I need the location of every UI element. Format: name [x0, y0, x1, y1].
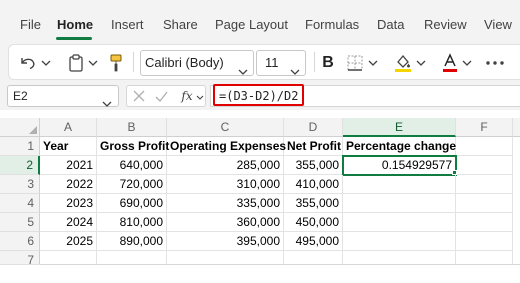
cell-e3[interactable]	[343, 175, 456, 194]
cell-c6[interactable]: 395,000	[167, 232, 284, 251]
cell-f4[interactable]	[456, 194, 513, 213]
menu-view[interactable]: View	[484, 17, 512, 33]
more-icon[interactable]	[484, 56, 506, 70]
name-box[interactable]: E2	[7, 85, 119, 107]
cell-e6[interactable]	[343, 232, 456, 251]
cancel-icon[interactable]	[131, 88, 147, 104]
column-header-f[interactable]: F	[456, 118, 513, 137]
fx-chevron-icon[interactable]	[196, 94, 204, 100]
bold-button[interactable]: B	[318, 52, 338, 74]
font-size-value: 11	[265, 55, 279, 70]
borders-icon[interactable]	[346, 54, 364, 72]
cell-a3[interactable]: 2022	[40, 175, 97, 194]
column-header-a[interactable]: A	[40, 118, 97, 137]
cell-b1[interactable]: Gross Profit	[97, 137, 169, 156]
cell-d6[interactable]: 495,000	[284, 232, 343, 251]
cell-e7[interactable]	[343, 251, 456, 265]
select-all-triangle-icon	[29, 126, 37, 134]
fx-label: fx	[181, 89, 193, 103]
cell-d1[interactable]: Net Profit	[284, 137, 343, 156]
cell-c5[interactable]: 360,000	[167, 213, 284, 232]
enter-icon[interactable]	[153, 88, 169, 104]
row-header-2[interactable]: 2	[0, 156, 40, 175]
cell-e5[interactable]	[343, 213, 456, 232]
font-size-chevron-icon	[290, 59, 300, 83]
cell-c1[interactable]: Operating Expenses	[167, 137, 286, 156]
cell-d5[interactable]: 450,000	[284, 213, 343, 232]
ribbon-separator	[314, 52, 315, 72]
menu-share[interactable]: Share	[163, 17, 198, 33]
cell-f3[interactable]	[456, 175, 513, 194]
cell-e2-active[interactable]: 0.154929577	[342, 155, 457, 176]
column-header-d[interactable]: D	[284, 118, 343, 137]
cell-b4[interactable]: 690,000	[97, 194, 167, 213]
cell-a5[interactable]: 2024	[40, 213, 97, 232]
menu-file[interactable]: File	[20, 17, 41, 33]
font-size-select[interactable]: 11	[256, 50, 306, 76]
cell-e1[interactable]: Percentage change	[343, 137, 456, 156]
borders-dropdown-chevron-icon[interactable]	[367, 56, 379, 70]
cell-d7[interactable]	[284, 251, 343, 265]
fill-color-dropdown-chevron-icon[interactable]	[415, 56, 427, 70]
row-header-4[interactable]: 4	[0, 194, 40, 213]
cell-e4[interactable]	[343, 194, 456, 213]
name-box-value: E2	[13, 89, 28, 103]
cell-a4[interactable]: 2023	[40, 194, 97, 213]
menu-page-layout[interactable]: Page Layout	[215, 17, 288, 33]
cell-d4[interactable]: 355,000	[284, 194, 343, 213]
column-header-g-partial[interactable]	[513, 118, 520, 137]
font-name-chevron-icon	[238, 59, 248, 83]
cell-a7[interactable]	[40, 251, 97, 265]
menu-formulas[interactable]: Formulas	[305, 17, 359, 33]
cell-c4[interactable]: 335,000	[167, 194, 284, 213]
menu-data[interactable]: Data	[377, 17, 404, 33]
column-header-b[interactable]: B	[97, 118, 167, 137]
cell-b3[interactable]: 720,000	[97, 175, 167, 194]
font-name-select[interactable]: Calibri (Body)	[140, 50, 254, 76]
clipboard-icon[interactable]	[67, 53, 85, 73]
cell-b5[interactable]: 810,000	[97, 213, 167, 232]
cell-f2[interactable]	[456, 156, 513, 175]
font-name-value: Calibri (Body)	[145, 55, 224, 70]
column-header-e[interactable]: E	[343, 118, 456, 137]
undo-icon[interactable]	[18, 54, 38, 72]
row-header-7[interactable]: 7	[0, 251, 40, 267]
cell-f7[interactable]	[456, 251, 513, 265]
menu-insert[interactable]: Insert	[111, 17, 144, 33]
row-header-6[interactable]: 6	[0, 232, 40, 251]
fill-color-icon[interactable]	[393, 52, 413, 74]
column-header-c[interactable]: C	[167, 118, 284, 137]
cell-b6[interactable]: 890,000	[97, 232, 167, 251]
cell-c2[interactable]: 285,000	[167, 156, 284, 175]
row-header-5[interactable]: 5	[0, 213, 40, 232]
cell-d2[interactable]: 355,000	[284, 156, 343, 175]
select-all-corner[interactable]	[0, 118, 40, 137]
paste-dropdown-chevron-icon[interactable]	[87, 56, 99, 70]
menu-home[interactable]: Home	[57, 17, 93, 33]
undo-dropdown-chevron-icon[interactable]	[40, 56, 52, 70]
cell-b2[interactable]: 640,000	[97, 156, 167, 175]
cell-c3[interactable]: 310,000	[167, 175, 284, 194]
row-header-1[interactable]: 1	[0, 137, 40, 156]
cell-a2[interactable]: 2021	[40, 156, 97, 175]
cell-b7[interactable]	[97, 251, 167, 265]
cell-a1[interactable]: Year	[40, 137, 97, 156]
horizontal-scroll-area[interactable]	[40, 266, 520, 283]
row-header-3[interactable]: 3	[0, 175, 40, 194]
cell-c7[interactable]	[167, 251, 284, 265]
cell-f5[interactable]	[456, 213, 513, 232]
insert-function-button[interactable]: fx	[177, 88, 197, 104]
cell-a6[interactable]: 2025	[40, 232, 97, 251]
font-color-icon[interactable]	[440, 52, 460, 74]
ribbon-separator	[133, 52, 134, 72]
font-color-dropdown-chevron-icon[interactable]	[461, 56, 473, 70]
format-painter-icon[interactable]	[108, 53, 124, 73]
cell-f6[interactable]	[456, 232, 513, 251]
cell-f1[interactable]	[456, 137, 513, 156]
formula-text-highlighted[interactable]: =(D3-D2)/D2	[213, 84, 305, 106]
menu-review[interactable]: Review	[424, 17, 467, 33]
grid-bottom-border	[40, 264, 520, 265]
cell-d3[interactable]: 410,000	[284, 175, 343, 194]
